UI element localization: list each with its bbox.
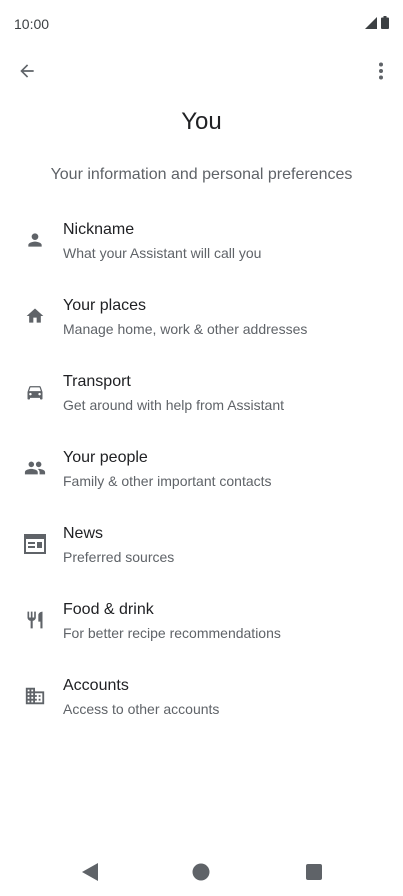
car-icon [23,380,47,404]
list-item-food-drink[interactable]: Food & drink For better recipe recommend… [0,590,403,666]
signal-icon [365,16,377,29]
home-icon [23,304,47,328]
item-title: Nickname [63,221,135,238]
page-subtitle: Your information and personal preference… [50,166,353,183]
item-description: Family & other important contacts [63,473,272,489]
item-title: News [63,525,104,542]
list-item-news[interactable]: News Preferred sources [0,514,403,590]
business-icon [23,684,47,708]
item-description: Preferred sources [63,549,175,565]
nav-back-button[interactable] [80,862,100,882]
system-nav-bar [0,848,403,896]
status-time: 10:00 [14,16,50,32]
list-item-your-places[interactable]: Your places Manage home, work & other ad… [0,286,403,362]
restaurant-icon [23,608,47,632]
item-title: Your places [63,297,147,314]
more-vert-icon [379,62,383,80]
list-item-nickname[interactable]: Nickname What your Assistant will call y… [0,210,403,286]
item-title: Transport [63,373,131,390]
status-bar: 10:00 [0,0,403,48]
battery-icon [381,16,389,29]
item-description: Manage home, work & other addresses [63,321,308,337]
item-description: What your Assistant will call you [63,245,262,261]
person-icon [23,228,47,252]
nav-home-icon [192,863,210,881]
settings-list: Nickname What your Assistant will call y… [0,210,403,742]
news-icon [23,532,47,556]
item-title: Food & drink [63,601,154,618]
people-icon [23,456,47,480]
nav-back-icon [82,863,98,881]
page-title: You [181,108,222,135]
nav-home-button[interactable] [191,862,211,882]
nav-recents-icon [306,864,322,880]
list-item-accounts[interactable]: Accounts Access to other accounts [0,666,403,742]
more-options-button[interactable] [369,57,393,85]
item-description: For better recipe recommendations [63,625,281,641]
app-bar [0,48,403,92]
item-description: Access to other accounts [63,701,220,717]
list-item-your-people[interactable]: Your people Family & other important con… [0,438,403,514]
back-button[interactable] [13,57,41,85]
item-title: Your people [63,449,148,466]
status-icons [365,16,389,29]
item-description: Get around with help from Assistant [63,397,284,413]
nav-recents-button[interactable] [304,862,324,882]
arrow-back-icon [20,64,34,78]
list-item-transport[interactable]: Transport Get around with help from Assi… [0,362,403,438]
item-title: Accounts [63,677,129,694]
